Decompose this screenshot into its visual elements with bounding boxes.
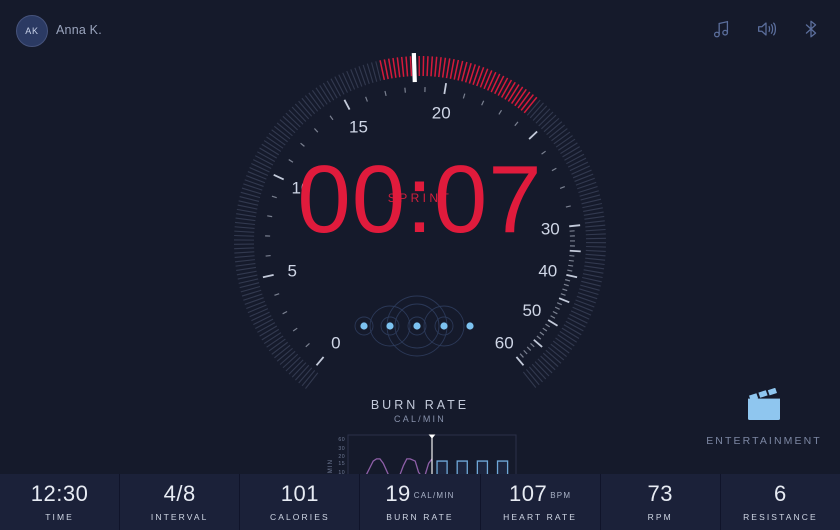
gauge-needle xyxy=(411,53,417,83)
gauge-tick-5: 5 xyxy=(287,262,296,281)
interval-dot-2 xyxy=(413,322,421,330)
bluetooth-icon[interactable] xyxy=(800,18,822,40)
stat-label: HEART RATE xyxy=(503,511,578,522)
interval-dot-3 xyxy=(440,322,448,330)
music-note-icon[interactable] xyxy=(710,18,732,40)
gauge-tick-40: 40 xyxy=(538,262,557,281)
interval-dot-4 xyxy=(466,322,474,330)
stat-rpm[interactable]: 73 RPM xyxy=(600,474,720,530)
stat-label: INTERVAL xyxy=(150,511,209,522)
stat-value: 12:30 xyxy=(30,480,89,506)
avatar[interactable]: AK xyxy=(16,15,48,47)
gauge-tick-15: 15 xyxy=(349,117,368,136)
stats-bar: 12:30 TIME 4/8 INTERVAL 101 CALORIES 19 CAL/MIN… xyxy=(0,474,840,530)
stat-value: 19 CAL/MIN xyxy=(385,480,455,506)
gauge-tick-60: 60 xyxy=(495,333,514,352)
user-name: Anna K. xyxy=(56,23,102,37)
interval-dots xyxy=(354,295,474,357)
stat-label: CALORIES xyxy=(269,511,330,522)
avatar-initials: AK xyxy=(25,26,39,36)
stat-resistance[interactable]: 6 RESISTANCE xyxy=(720,474,840,530)
status-icons xyxy=(710,18,822,40)
entertainment-label: ENTERTAINMENT xyxy=(706,435,822,447)
stat-value: 4/8 xyxy=(163,480,196,506)
chart-tick-60: 60 xyxy=(338,437,345,443)
stat-calories[interactable]: 101 CALORIES xyxy=(240,474,360,530)
stat-heart-rate[interactable]: 107 BPM HEART RATE xyxy=(480,474,600,530)
gauge-tick-50: 50 xyxy=(522,301,541,320)
gauge-tick-0: 0 xyxy=(331,333,340,352)
stat-unit: BPM xyxy=(550,490,572,500)
stat-label: RPM xyxy=(647,511,673,522)
chart-tick-20: 20 xyxy=(338,454,345,460)
stat-value: 107 BPM xyxy=(509,480,572,506)
interval-dot-1 xyxy=(386,322,394,330)
gauge-tick-20: 20 xyxy=(432,104,451,123)
stat-label: RESISTANCE xyxy=(743,511,818,522)
stat-unit: CAL/MIN xyxy=(413,490,455,500)
stat-time[interactable]: 12:30 TIME xyxy=(0,474,120,530)
interval-dot-0 xyxy=(360,322,368,330)
clapperboard-icon xyxy=(748,387,780,420)
stat-label: BURN RATE xyxy=(386,511,454,522)
countdown-timer: 00:07 xyxy=(297,146,543,253)
stat-value: 73 xyxy=(647,480,674,506)
stat-label: TIME xyxy=(45,511,74,522)
chart-tick-15: 15 xyxy=(338,461,345,467)
stat-value: 6 xyxy=(774,480,787,506)
stat-interval[interactable]: 4/8 INTERVAL xyxy=(120,474,240,530)
workout-console: AK Anna K. 0 5 10 15 20 30 40 50 60 SPRI… xyxy=(0,0,840,530)
entertainment-button[interactable]: ENTERTAINMENT xyxy=(700,387,828,447)
chart-tick-30: 30 xyxy=(338,446,345,452)
top-bar: AK Anna K. xyxy=(0,0,840,60)
stat-value: 101 xyxy=(280,480,319,506)
volume-icon[interactable] xyxy=(755,18,777,40)
stat-burn-rate[interactable]: 19 CAL/MIN BURN RATE xyxy=(360,474,480,530)
